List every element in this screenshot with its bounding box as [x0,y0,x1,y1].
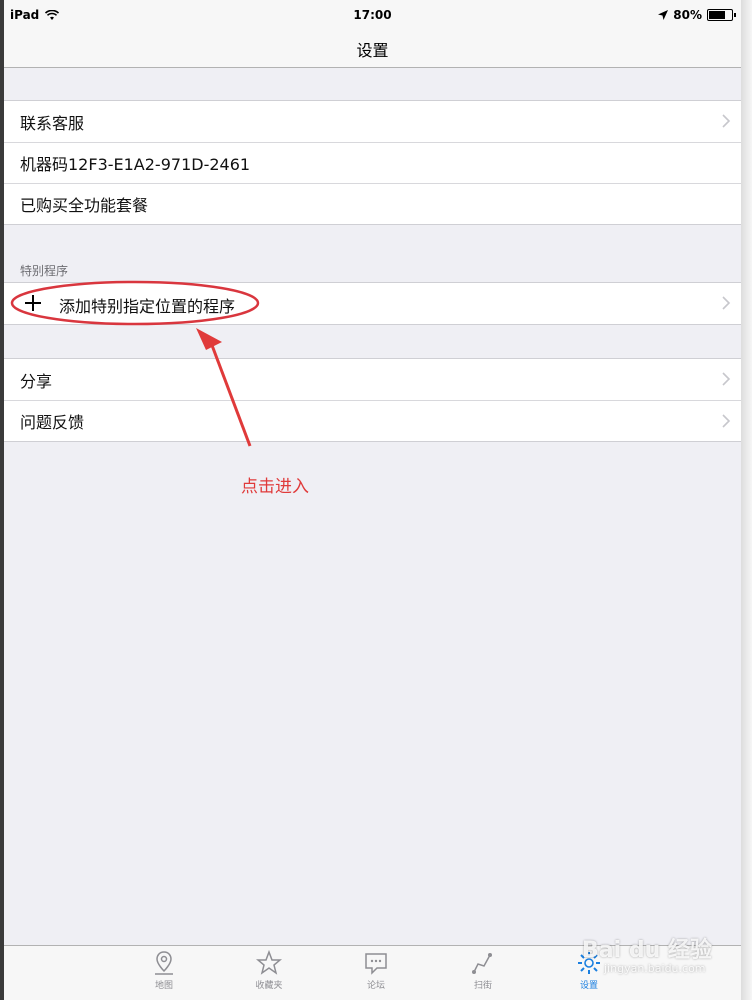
window-edge [741,0,752,1000]
tab-street-scan-label: 扫街 [473,981,492,991]
machine-code-row: 机器码12F3-E1A2-971D-2461 [4,142,741,183]
feedback-group: 分享 问题反馈 [4,358,741,442]
contact-support-label: 联系客服 [20,113,85,133]
tab-settings-label: 设置 [579,981,598,991]
share-row[interactable]: 分享 [4,359,741,400]
tab-map[interactable]: 地图 [134,950,194,991]
add-special-app-row[interactable]: 添加特别指定位置的程序 [4,283,741,324]
share-label: 分享 [20,371,53,391]
special-apps-header: 特别程序 [20,264,69,278]
special-apps-group: 添加特别指定位置的程序 [4,282,741,325]
feedback-label: 问题反馈 [20,413,85,432]
plus-icon [25,295,41,311]
route-icon [472,953,492,974]
tab-forum-label: 论坛 [366,981,385,991]
feedback-row[interactable]: 问题反馈 [4,400,741,441]
status-bar: iPad 17:00 80% [4,0,741,30]
battery-fill [709,11,725,19]
tab-map-label: 地图 [154,981,173,991]
chat-bubble-icon [365,953,387,975]
battery-icon [707,9,736,21]
add-special-app-label: 添加特别指定位置的程序 [59,297,236,316]
star-icon [256,950,282,975]
annotation-text: 点击进入 [241,477,309,497]
chevron-right-icon [722,372,731,386]
page-title: 设置 [356,41,389,60]
status-time: 17:00 [353,8,392,22]
contact-support-row[interactable]: 联系客服 [4,101,741,142]
tab-favorites[interactable]: 收藏夹 [239,950,299,991]
watermark-url: jingyan.baidu.com [604,962,706,975]
map-pin-icon [155,951,173,975]
tab-forum[interactable]: 论坛 [346,950,406,991]
watermark-logo: Bai du 经验 [582,938,712,963]
tab-street-scan[interactable]: 扫街 [453,950,513,991]
chevron-right-icon [722,414,731,428]
tab-favorites-label: 收藏夹 [255,981,283,991]
account-group: 联系客服 机器码12F3-E1A2-971D-2461 已购买全功能套餐 [4,100,741,225]
machine-code-label: 机器码12F3-E1A2-971D-2461 [20,155,251,174]
chevron-right-icon [722,114,731,128]
status-right: 80% [658,8,736,22]
battery-percent: 80% [673,8,702,22]
purchase-status-label: 已购买全功能套餐 [20,196,149,215]
annotation-arrowhead [196,328,222,350]
navigation-bar: 设置 [4,30,741,68]
purchase-status-row: 已购买全功能套餐 [4,183,741,224]
chevron-right-icon [722,296,731,310]
location-arrow-icon [658,10,669,20]
ipad-screen: iPad 17:00 80% 设置 联系客服 机器码12F3-E1A2-971D… [4,0,741,1000]
